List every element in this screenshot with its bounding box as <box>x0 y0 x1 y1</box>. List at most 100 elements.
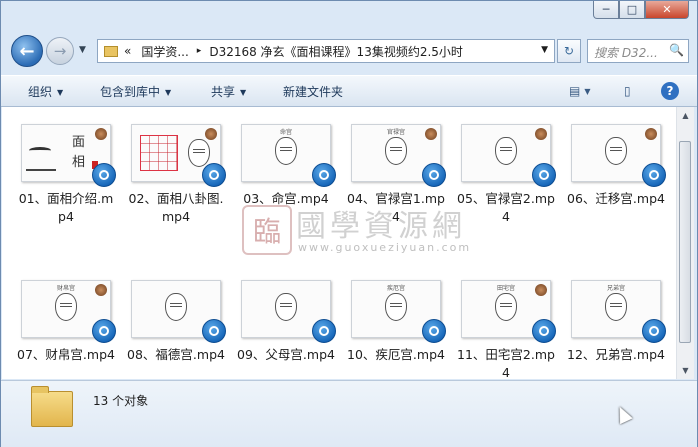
search-icon[interactable]: 🔍 <box>669 43 684 57</box>
media-player-icon <box>202 163 226 187</box>
refresh-icon: ↻ <box>563 44 575 58</box>
back-button[interactable]: ← <box>11 35 43 67</box>
media-player-icon <box>532 319 556 343</box>
file-name[interactable]: 09、父母宫.mp4 <box>235 346 337 364</box>
watermark-logo: 臨 <box>242 205 292 255</box>
file-name[interactable]: 04、官禄宫1.mp4 <box>345 190 447 226</box>
help-button[interactable]: ? <box>661 82 679 100</box>
media-player-icon <box>92 319 116 343</box>
slide-title: 兄弟宫 <box>606 285 625 292</box>
preview-pane-icon: ▯ <box>624 84 631 98</box>
file-name[interactable]: 10、疾厄宫.mp4 <box>345 346 447 364</box>
file-item[interactable]: 命宫 03、命宫.mp4 <box>235 124 337 208</box>
file-item[interactable]: 财帛宫 07、财帛宫.mp4 <box>15 280 117 364</box>
media-player-icon <box>642 319 666 343</box>
address-bar[interactable]: « 国学资... ▸ D32168 净玄《面相课程》13集视频约2.5小时 ▼ <box>97 39 555 63</box>
presenter-avatar <box>535 284 547 296</box>
command-bar: 组织 ▼ 包含到库中 ▼ 共享 ▼ 新建文件夹 ▤ ▼ ▯ ? <box>1 75 697 107</box>
vertical-scrollbar[interactable]: ▲ ▼ <box>676 107 694 379</box>
help-icon: ? <box>666 84 674 98</box>
thumbnail-title: 面相 <box>72 135 86 170</box>
back-arrow-icon: ← <box>19 40 35 62</box>
preview-pane-button[interactable]: ▯ <box>624 81 631 101</box>
face-drawing <box>188 139 210 167</box>
forward-button[interactable]: → <box>46 37 74 65</box>
minimize-button[interactable]: ─ <box>593 1 619 19</box>
breadcrumb-guoxue[interactable]: 国学资... <box>141 43 188 60</box>
scroll-down-button[interactable]: ▼ <box>677 362 694 379</box>
file-item[interactable]: 官禄宫 04、官禄宫1.mp4 <box>345 124 447 226</box>
refresh-button[interactable]: ↻ <box>557 39 581 63</box>
address-chevrons[interactable]: « <box>124 44 131 58</box>
organize-label: 组织 <box>28 85 53 99</box>
include-in-library-menu[interactable]: 包含到库中 ▼ <box>100 83 171 100</box>
pavilion-graphic <box>26 143 56 171</box>
face-drawing <box>605 137 627 165</box>
include-label: 包含到库中 <box>100 85 161 99</box>
view-icon: ▤ <box>569 84 581 98</box>
caption-buttons: ─ □ ✕ <box>593 1 689 19</box>
face-drawing <box>55 293 77 321</box>
presenter-avatar <box>95 128 107 140</box>
slide-title: 命宫 <box>279 129 292 136</box>
maximize-button[interactable]: □ <box>619 1 645 19</box>
view-options-button[interactable]: ▤ ▼ <box>569 81 591 101</box>
file-list[interactable]: 臨 國學資源網 www.guoxueziyuan.com 面相 01、面相介绍.… <box>2 107 676 379</box>
face-drawing <box>275 137 297 165</box>
new-folder-button[interactable]: 新建文件夹 <box>283 83 343 100</box>
video-thumbnail <box>241 280 336 343</box>
item-count: 13 个对象 <box>93 394 149 408</box>
file-item[interactable]: 疾厄宫 10、疾厄宫.mp4 <box>345 280 447 364</box>
file-name[interactable]: 05、官禄宫2.mp4 <box>455 190 557 226</box>
file-item[interactable]: 田宅宫 11、田宅宫2.mp4 <box>455 280 557 379</box>
video-thumbnail <box>131 280 226 343</box>
video-thumbnail <box>461 124 556 187</box>
search-placeholder: 搜索 D32... <box>594 46 658 60</box>
file-item[interactable]: 09、父母宫.mp4 <box>235 280 337 364</box>
media-player-icon <box>642 163 666 187</box>
new-folder-label: 新建文件夹 <box>283 85 344 99</box>
face-drawing <box>165 293 187 321</box>
file-name[interactable]: 07、财帛宫.mp4 <box>15 346 117 364</box>
details-pane: 13 个对象 <box>1 380 697 447</box>
file-name[interactable]: 11、田宅宫2.mp4 <box>455 346 557 379</box>
recent-pages-dropdown[interactable]: ▼ <box>79 45 86 55</box>
file-item[interactable]: 02、面相八卦图.mp4 <box>125 124 227 226</box>
file-name[interactable]: 02、面相八卦图.mp4 <box>125 190 227 226</box>
file-name[interactable]: 12、兄弟宫.mp4 <box>565 346 667 364</box>
share-label: 共享 <box>211 85 236 99</box>
video-thumbnail <box>571 124 666 187</box>
face-drawing <box>495 137 517 165</box>
file-item[interactable]: 05、官禄宫2.mp4 <box>455 124 557 226</box>
media-player-icon <box>202 319 226 343</box>
presenter-avatar <box>645 128 657 140</box>
file-name[interactable]: 03、命宫.mp4 <box>235 190 337 208</box>
file-item[interactable]: 兄弟宫 12、兄弟宫.mp4 <box>565 280 667 364</box>
video-thumbnail: 命宫 <box>241 124 336 187</box>
folder-icon <box>31 386 73 427</box>
address-dropdown-icon[interactable]: ▼ <box>541 45 548 55</box>
video-thumbnail: 兄弟宫 <box>571 280 666 343</box>
face-drawing <box>275 293 297 321</box>
breadcrumb-separator[interactable]: ▸ <box>197 46 202 56</box>
file-name[interactable]: 06、迁移宫.mp4 <box>565 190 667 208</box>
scroll-thumb[interactable] <box>679 141 691 343</box>
organize-menu[interactable]: 组织 ▼ <box>28 83 63 100</box>
file-item[interactable]: 08、福德宫.mp4 <box>125 280 227 364</box>
bagua-grid-graphic <box>140 135 178 171</box>
presenter-avatar <box>535 128 547 140</box>
share-menu[interactable]: 共享 ▼ <box>211 83 246 100</box>
scroll-up-button[interactable]: ▲ <box>677 107 694 124</box>
video-thumbnail: 财帛宫 <box>21 280 116 343</box>
breadcrumb-current-folder[interactable]: D32168 净玄《面相课程》13集视频约2.5小时 <box>209 43 463 60</box>
file-name[interactable]: 08、福德宫.mp4 <box>125 346 227 364</box>
file-item[interactable]: 面相 01、面相介绍.mp4 <box>15 124 117 226</box>
media-player-icon <box>92 163 116 187</box>
media-player-icon <box>312 319 336 343</box>
search-input[interactable]: 搜索 D32... 🔍 <box>587 39 689 63</box>
close-button[interactable]: ✕ <box>645 1 689 19</box>
presenter-avatar <box>425 128 437 140</box>
file-name[interactable]: 01、面相介绍.mp4 <box>15 190 117 226</box>
file-item[interactable]: 06、迁移宫.mp4 <box>565 124 667 208</box>
navigation-bar: ← → ▼ « 国学资... ▸ D32168 净玄《面相课程》13集视频约2.… <box>1 31 697 71</box>
